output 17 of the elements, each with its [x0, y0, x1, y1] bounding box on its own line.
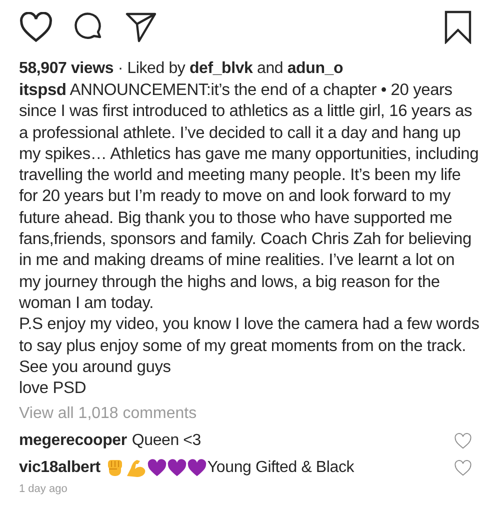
- caption-text: love PSD: [19, 378, 88, 400]
- send-icon[interactable]: [125, 11, 157, 43]
- likes-summary: 58,907 views · Liked by def_blvk and adun_o: [19, 59, 344, 79]
- flexed-arm-icon: [125, 458, 148, 478]
- comment-text: Queen <3: [132, 431, 202, 452]
- caption-text: See you around guys: [19, 356, 172, 378]
- heart-icon: [147, 459, 168, 478]
- caption-text: itspsd ANNOUNCEMENT:it’s the end of a chapter • 20 years since I was first introduced to athletics as a little girl, 16 years as a professional athlete. I’ve decided to call it a day and hang up my spikes… Athletics has gave me many opportunities, including travelling the world and meeting many people. It’s been my life for 20 years but I’m ready to move on and look forward to my future ahead. Big thank you to those who have supported me fans,friends, sponsors and family. Coach Chris Zah for believing in me and making dreams of mine realities. I’ve learnt a lot on my journey through the highs and lows, a big reason for the woman I am today.: [19, 80, 480, 314]
- bookmark-icon[interactable]: [444, 10, 472, 44]
- comment-author[interactable]: vic18albert: [19, 457, 100, 480]
- comment-text: Young Gifted & Black: [207, 458, 354, 478]
- comment-author[interactable]: megerecooper: [19, 430, 127, 452]
- post-time: 1 day ago: [19, 483, 68, 496]
- like-icon[interactable]: [19, 12, 53, 42]
- heart-icon: [187, 459, 208, 478]
- heart-icon: [167, 459, 188, 478]
- caption-text: P.S enjoy my video, you know I love the camera had a few words to say plus enjoy some of my great moments from on the track.: [19, 314, 480, 357]
